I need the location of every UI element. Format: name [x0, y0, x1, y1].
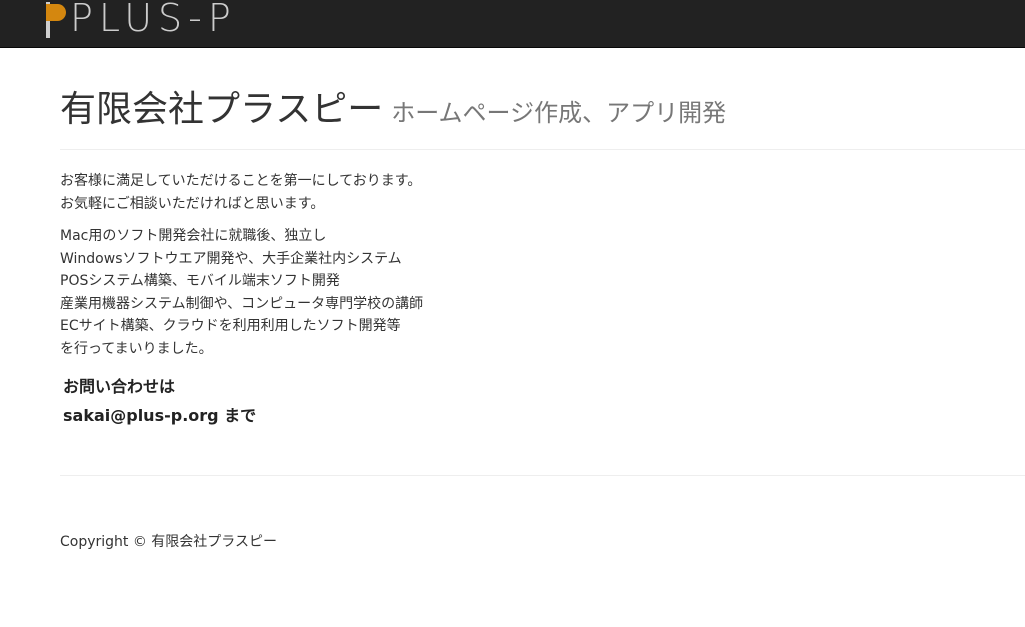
page-subtitle: ホームページ作成、アプリ開発 [391, 99, 727, 127]
intro-line: お客様に満足していただけることを第一にしております。 [60, 173, 422, 189]
intro-paragraph: お客様に満足していただけることを第一にしております。 お気軽にご相談いただければ… [60, 170, 1025, 215]
history-line: ECサイト構築、クラウドを利用利用したソフト開発等 [60, 318, 401, 334]
history-line: Windowsソフトウエア開発や、大手企業社内システム [60, 250, 402, 267]
contact-line: お問い合わせは [63, 377, 176, 396]
contact-image: お問い合わせは sakai@plus-p.org まで [60, 372, 1025, 430]
contact-email: sakai@plus-p.org まで [63, 406, 257, 425]
history-paragraph: Mac用のソフト開発会社に就職後、独立し Windowsソフトウエア開発や、大手… [60, 225, 1025, 360]
navbar: PLUS-P [0, 0, 1025, 48]
brand-logo[interactable]: PLUS-P [44, 0, 237, 40]
page-header: 有限会社プラスピー ホームページ作成、アプリ開発 [60, 86, 1025, 150]
page-title: 有限会社プラスピー ホームページ作成、アプリ開発 [60, 86, 1025, 137]
body-text: お客様に満足していただけることを第一にしております。 お気軽にご相談いただければ… [60, 170, 1025, 430]
intro-line: お気軽にご相談いただければと思います。 [60, 195, 325, 212]
history-line: Mac用のソフト開発会社に就職後、独立し [60, 228, 327, 244]
footer-divider [60, 475, 1025, 476]
brand-name: PLUS-P [70, 0, 237, 40]
history-line: POSシステム構築、モバイル端末ソフト開発 [60, 273, 340, 289]
copyright-text: Copyright © 有限会社プラスピー [60, 534, 278, 550]
footer: Copyright © 有限会社プラスピー [60, 532, 277, 552]
main-content: 有限会社プラスピー ホームページ作成、アプリ開発 お客様に満足していただけることを… [60, 48, 1025, 430]
logo-p-icon [44, 2, 68, 38]
history-line: を行ってまいりました。 [60, 340, 213, 357]
history-line: 産業用機器システム制御や、コンピュータ専門学校の講師 [60, 295, 424, 312]
company-name: 有限会社プラスピー [60, 89, 384, 130]
